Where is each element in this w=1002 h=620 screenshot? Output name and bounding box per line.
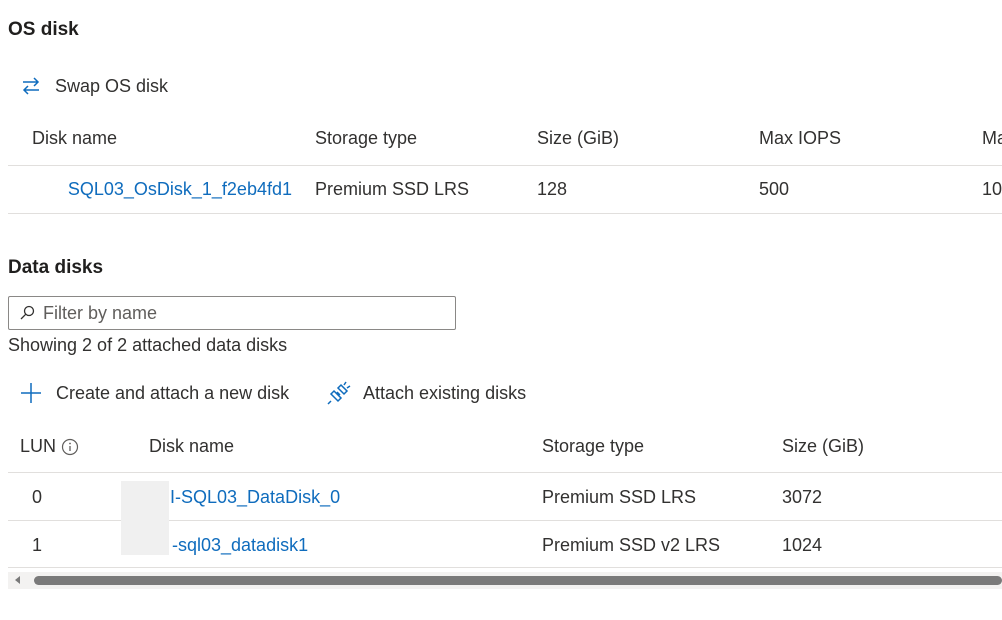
create-attach-disk-button[interactable]: Create and attach a new disk bbox=[20, 382, 289, 404]
data-col-storage-type[interactable]: Storage type bbox=[542, 436, 644, 457]
create-attach-disk-label: Create and attach a new disk bbox=[56, 382, 290, 403]
os-col-size[interactable]: Size (GiB) bbox=[537, 128, 619, 149]
data-row-lun: 1 bbox=[32, 535, 43, 555]
data-row-storage-type: Premium SSD v2 LRS bbox=[542, 535, 721, 555]
os-disk-storage-type: Premium SSD LRS bbox=[315, 179, 470, 199]
data-row-divider bbox=[8, 567, 1002, 568]
os-row-divider bbox=[8, 213, 1002, 214]
scroll-left-arrow-icon[interactable] bbox=[13, 575, 23, 585]
data-row-disk-name-link[interactable]: -sql03_datadisk1 bbox=[172, 535, 308, 556]
data-row-lun: 0 bbox=[32, 487, 43, 507]
os-disk-name-link[interactable]: SQL03_OsDisk_1_f2eb4fd1 bbox=[68, 179, 292, 199]
filter-by-name-input[interactable] bbox=[43, 302, 443, 324]
info-icon[interactable] bbox=[61, 438, 79, 456]
plus-icon bbox=[21, 383, 41, 403]
swap-os-disk-label: Swap OS disk bbox=[55, 75, 169, 96]
os-disk-max-iops: 500 bbox=[759, 179, 790, 199]
os-disk-size: 128 bbox=[537, 179, 568, 199]
data-header-divider bbox=[8, 472, 1002, 473]
data-row-size: 1024 bbox=[782, 535, 823, 555]
os-header-divider bbox=[8, 165, 1002, 166]
attach-link-icon bbox=[327, 381, 351, 405]
attach-existing-disks-label: Attach existing disks bbox=[363, 382, 527, 403]
swap-icon bbox=[22, 77, 40, 95]
os-col-disk-name[interactable]: Disk name bbox=[32, 128, 117, 149]
scrollbar-thumb[interactable] bbox=[34, 576, 1002, 585]
search-icon bbox=[20, 305, 35, 320]
data-col-disk-name[interactable]: Disk name bbox=[149, 436, 234, 457]
os-col-max-iops[interactable]: Max IOPS bbox=[759, 128, 841, 149]
data-col-size[interactable]: Size (GiB) bbox=[782, 436, 864, 457]
redaction-block bbox=[121, 481, 169, 555]
swap-os-disk-button[interactable]: Swap OS disk bbox=[20, 75, 168, 97]
os-disk-truncated-value: 10 bbox=[982, 179, 1002, 199]
os-col-storage-type[interactable]: Storage type bbox=[315, 128, 417, 149]
data-col-lun[interactable]: LUN bbox=[20, 436, 79, 457]
os-col-truncated[interactable]: Ma bbox=[982, 128, 1002, 149]
data-row-disk-name-link[interactable]: I-SQL03_DataDisk_0 bbox=[170, 487, 340, 508]
data-disks-heading: Data disks bbox=[8, 257, 104, 278]
attach-existing-disks-button[interactable]: Attach existing disks bbox=[327, 381, 526, 405]
data-col-lun-label: LUN bbox=[20, 436, 57, 456]
filter-by-name-field[interactable] bbox=[8, 296, 456, 330]
data-row-storage-type: Premium SSD LRS bbox=[542, 487, 697, 507]
os-disk-heading: OS disk bbox=[8, 19, 79, 40]
showing-count-text: Showing 2 of 2 attached data disks bbox=[8, 335, 288, 355]
data-row-size: 3072 bbox=[782, 487, 823, 507]
